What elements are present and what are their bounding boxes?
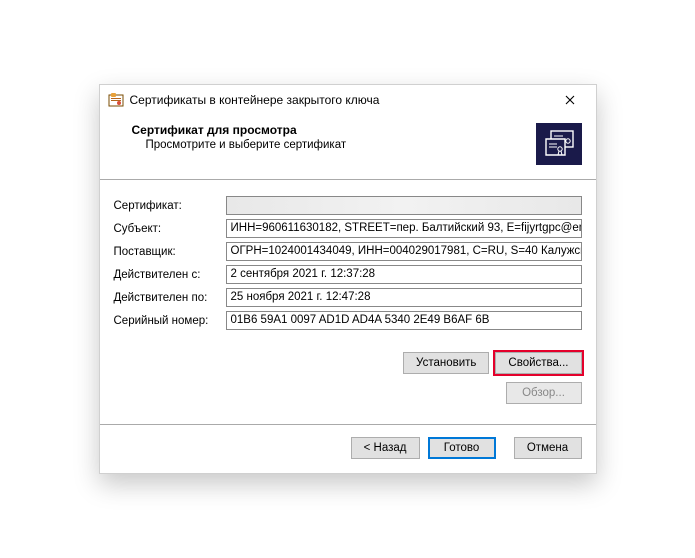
issuer-value: ОГРН=1024001434049, ИНН=004029017981, C=… xyxy=(226,242,582,261)
cancel-button[interactable]: Отмена xyxy=(514,437,582,459)
serial-label: Серийный номер: xyxy=(114,315,226,327)
valid-to-value: 25 ноября 2021 г. 12:47:28 xyxy=(226,288,582,307)
app-icon xyxy=(108,92,124,108)
cert-value xyxy=(226,196,582,215)
window-title: Сертификаты в контейнере закрытого ключа xyxy=(130,93,548,107)
wizard-footer: < Назад Готово Отмена xyxy=(100,425,596,473)
wizard-header: Сертификат для просмотра Просмотрите и в… xyxy=(100,115,596,180)
serial-value: 01B6 59A1 0097 AD1D AD4A 5340 2E49 B6AF … xyxy=(226,311,582,330)
close-button[interactable] xyxy=(548,86,592,114)
header-subtitle: Просмотрите и выберите сертификат xyxy=(132,139,536,151)
certificate-details: Сертификат: Субъект: ИНН=960611630182, S… xyxy=(100,180,596,338)
subject-value: ИНН=960611630182, STREET=пер. Балтийский… xyxy=(226,219,582,238)
dialog-window: Сертификаты в контейнере закрытого ключа… xyxy=(99,84,597,474)
cert-label: Сертификат: xyxy=(114,200,226,212)
issuer-label: Поставщик: xyxy=(114,246,226,258)
properties-button[interactable]: Свойства... xyxy=(495,352,581,374)
valid-to-label: Действителен по: xyxy=(114,292,226,304)
valid-from-label: Действителен с: xyxy=(114,269,226,281)
install-button[interactable]: Установить xyxy=(403,352,489,374)
subject-label: Субъект: xyxy=(114,223,226,235)
certificate-icon xyxy=(536,123,582,165)
finish-button[interactable]: Готово xyxy=(428,437,496,459)
titlebar: Сертификаты в контейнере закрытого ключа xyxy=(100,85,596,115)
header-title: Сертификат для просмотра xyxy=(132,123,536,137)
browse-button: Обзор... xyxy=(506,382,582,404)
valid-from-value: 2 сентября 2021 г. 12:37:28 xyxy=(226,265,582,284)
back-button[interactable]: < Назад xyxy=(351,437,420,459)
